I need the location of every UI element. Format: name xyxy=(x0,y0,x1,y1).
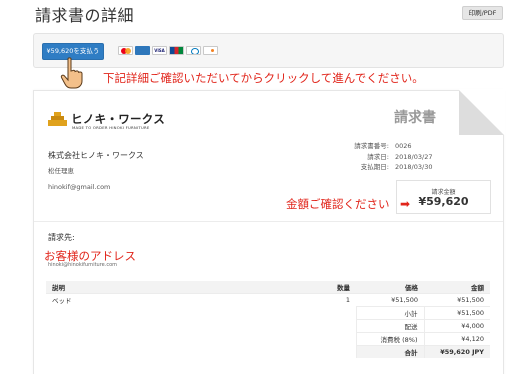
due-date-label: 支払期日: xyxy=(360,163,389,171)
invoice-meta-values: 0026 2018/03/27 2018/03/30 xyxy=(395,141,432,173)
bill-to-label: 請求先: xyxy=(48,233,75,242)
amount-due-box: 請求金額 ¥59,620 xyxy=(396,180,491,214)
table-header-row: 説明 数量 価格 金額 xyxy=(46,281,490,293)
col-quantity: 数量 xyxy=(286,281,356,293)
amount-check-note: 金額ご確認ください xyxy=(286,197,390,211)
col-description: 説明 xyxy=(46,281,286,293)
invoice-date-label: 請求日: xyxy=(367,152,389,161)
tax-row: 消費税 (8%) ¥4,120 xyxy=(46,331,490,345)
logo-mark-icon xyxy=(48,112,67,126)
amex-icon xyxy=(135,46,150,55)
pointing-hand-icon xyxy=(60,57,83,89)
grand-total-value: ¥59,620 JPY xyxy=(423,344,490,358)
visa-icon: VISA xyxy=(152,46,167,55)
table-row: ベッド 1 ¥51,500 ¥51,500 xyxy=(46,292,490,306)
print-pdf-button[interactable]: 印刷/PDF xyxy=(462,6,503,20)
due-date-value: 2018/03/30 xyxy=(395,163,433,171)
page-title: 請求書の詳細 xyxy=(35,6,135,25)
card-brands: VISA xyxy=(118,46,218,55)
tax-label: 消費税 (8%) xyxy=(355,331,424,345)
shipping-label: 配送 xyxy=(355,318,424,332)
grand-total-label: 合計 xyxy=(355,344,424,358)
col-amount: 金額 xyxy=(424,281,490,293)
tax-value: ¥4,120 xyxy=(423,331,490,345)
mastercard-icon xyxy=(118,46,133,55)
invoice-meta-labels: 請求書番号: 請求日: 支払期日: xyxy=(330,141,389,173)
item-amount: ¥51,500 xyxy=(424,292,490,306)
line-items-table: 説明 数量 価格 金額 ベッド 1 ¥51,500 ¥51,500 小計 ¥51… xyxy=(46,281,490,358)
item-description: ベッド xyxy=(46,292,286,306)
item-price: ¥51,500 xyxy=(356,292,424,306)
amount-due-value: ¥59,620 xyxy=(418,195,469,208)
folded-corner xyxy=(459,90,504,135)
subtotal-label: 小計 xyxy=(355,305,424,319)
customer-address-note: お客様のアドレス xyxy=(44,249,136,263)
invoice-number-label: 請求書番号: xyxy=(354,142,389,150)
invoice-title: 請求書 xyxy=(394,110,436,126)
shipping-row: 配送 ¥4,000 xyxy=(46,318,490,332)
subtotal-row: 小計 ¥51,500 xyxy=(46,305,490,319)
section-divider xyxy=(34,221,503,222)
click-instruction-note: 下記詳細ご確認いただいてからクリックして進んでください。 xyxy=(103,71,424,85)
diners-icon xyxy=(186,46,201,55)
item-quantity: 1 xyxy=(286,292,356,306)
invoice-date-value: 2018/03/27 xyxy=(395,152,433,161)
company-name: 株式会社ヒノキ・ワークス xyxy=(48,151,144,160)
invoice-number-value: 0026 xyxy=(395,142,412,150)
col-price: 価格 xyxy=(356,281,424,293)
contact-person: 松任理恵 xyxy=(48,167,74,175)
discover-icon xyxy=(203,46,218,55)
jcb-icon xyxy=(169,46,184,55)
logo-tagline: MADE TO ORDER HINOKI FURNITURE xyxy=(72,125,150,130)
arrow-right-icon: ➡ xyxy=(400,197,411,211)
grand-total-row: 合計 ¥59,620 JPY xyxy=(46,344,490,358)
company-email: hinokif@gmail.com xyxy=(48,183,111,191)
subtotal-value: ¥51,500 xyxy=(423,305,490,319)
shipping-value: ¥4,000 xyxy=(423,318,490,332)
